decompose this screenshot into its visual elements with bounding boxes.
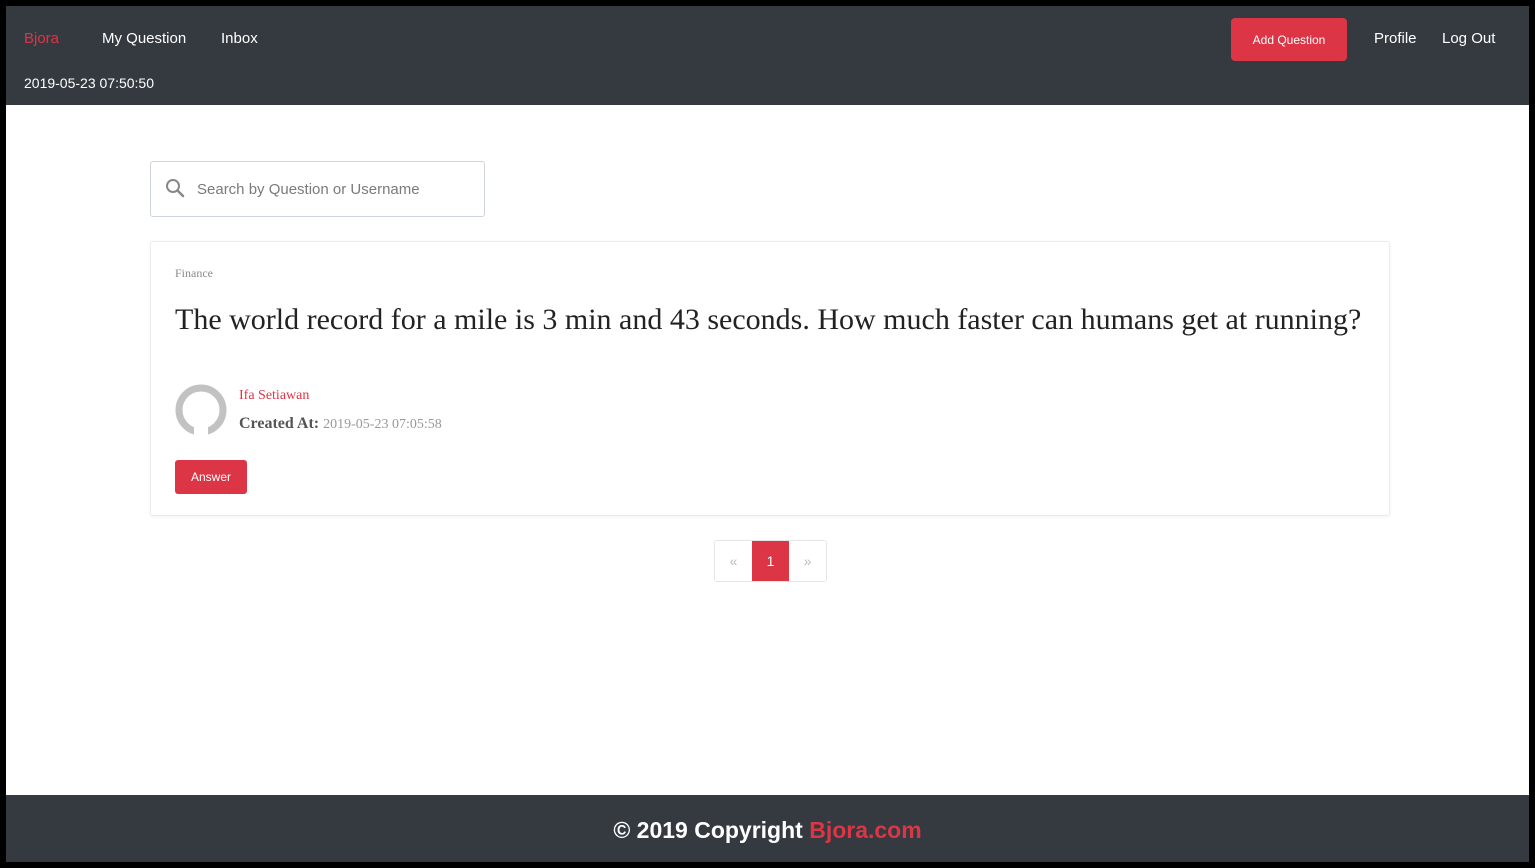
- created-at: Created At: 2019-05-23 07:05:58: [239, 415, 442, 433]
- search-box: [150, 161, 485, 217]
- author-name[interactable]: Ifa Setiawan: [239, 388, 309, 404]
- brand-logo[interactable]: Bjora: [24, 30, 59, 47]
- add-question-button[interactable]: Add Question: [1231, 18, 1347, 61]
- navbar: Bjora My Question Inbox 2019-05-23 07:50…: [6, 6, 1529, 105]
- created-at-label: Created At:: [239, 415, 320, 432]
- nav-inbox[interactable]: Inbox: [221, 30, 258, 47]
- question-title[interactable]: The world record for a mile is 3 min and…: [175, 302, 1375, 338]
- nav-my-question[interactable]: My Question: [102, 30, 186, 47]
- app-window: Bjora My Question Inbox 2019-05-23 07:50…: [6, 6, 1529, 862]
- search-input[interactable]: [197, 172, 477, 206]
- current-datetime: 2019-05-23 07:50:50: [24, 75, 154, 91]
- created-at-value: 2019-05-23 07:05:58: [323, 417, 442, 432]
- pagination: « 1 »: [714, 540, 827, 582]
- nav-profile[interactable]: Profile: [1374, 30, 1417, 47]
- pagination-prev[interactable]: «: [715, 541, 752, 581]
- avatar: [175, 384, 227, 436]
- answer-button[interactable]: Answer: [175, 460, 247, 494]
- question-category: Finance: [175, 266, 213, 280]
- search-icon: [165, 178, 185, 198]
- question-card: Finance The world record for a mile is 3…: [150, 241, 1390, 516]
- pagination-page-1[interactable]: 1: [752, 541, 789, 581]
- footer-copyright: © 2019 Copyright Bjora.com: [6, 817, 1529, 844]
- pagination-next[interactable]: »: [789, 541, 826, 581]
- copyright-text: © 2019 Copyright: [613, 817, 803, 843]
- footer-brand-link[interactable]: Bjora.com: [809, 817, 921, 843]
- nav-logout[interactable]: Log Out: [1442, 30, 1495, 47]
- footer: © 2019 Copyright Bjora.com: [6, 795, 1529, 862]
